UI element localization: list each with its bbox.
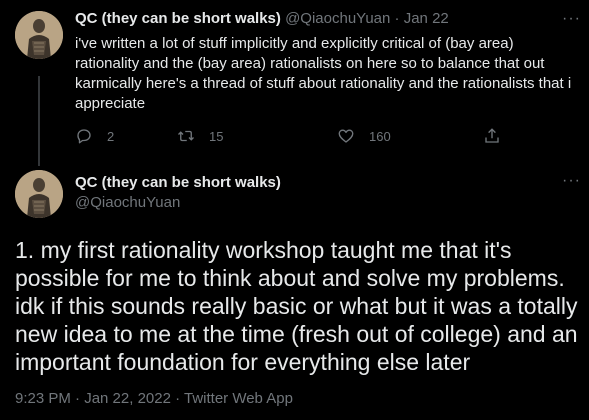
reply-button[interactable]: 2: [75, 127, 114, 145]
like-button[interactable]: 160: [337, 127, 391, 145]
avatar[interactable]: [15, 11, 63, 59]
retweet-icon: [178, 130, 194, 142]
more-icon[interactable]: ···: [562, 173, 581, 189]
display-name[interactable]: QC (they can be short walks): [75, 174, 281, 191]
retweet-button[interactable]: 15: [177, 127, 223, 145]
more-icon[interactable]: ···: [562, 11, 581, 27]
tweet-text: i've written a lot of stuff implicitly a…: [75, 35, 572, 112]
like-count: 160: [369, 128, 391, 144]
share-button[interactable]: [483, 127, 515, 145]
tweet-date[interactable]: Jan 22: [404, 10, 449, 27]
avatar[interactable]: [15, 170, 63, 218]
tweet-header: QC (they can be short walks) @QiaochuYua…: [75, 10, 449, 27]
display-name[interactable]: QC (they can be short walks): [75, 10, 281, 27]
tweet-thread: QC (they can be short walks) @QiaochuYua…: [0, 0, 589, 420]
heart-icon: [338, 129, 354, 143]
tweet-actions: 2 15 160: [75, 124, 505, 148]
reply-icon: [77, 129, 91, 144]
avatar-image: [15, 170, 63, 218]
share-icon: [485, 128, 499, 143]
avatar-image: [15, 11, 63, 59]
separator: ·: [394, 10, 400, 27]
reply-count: 2: [107, 128, 115, 144]
thread-connector-line: [38, 76, 40, 166]
tweet-text: 1. my first rationality workshop taught …: [15, 237, 578, 375]
handle[interactable]: @QiaochuYuan: [75, 194, 180, 211]
retweet-count: 15: [209, 128, 224, 144]
handle[interactable]: @QiaochuYuan: [285, 10, 390, 27]
tweet-timestamp[interactable]: 9:23 PM · Jan 22, 2022 · Twitter Web App: [15, 390, 293, 407]
